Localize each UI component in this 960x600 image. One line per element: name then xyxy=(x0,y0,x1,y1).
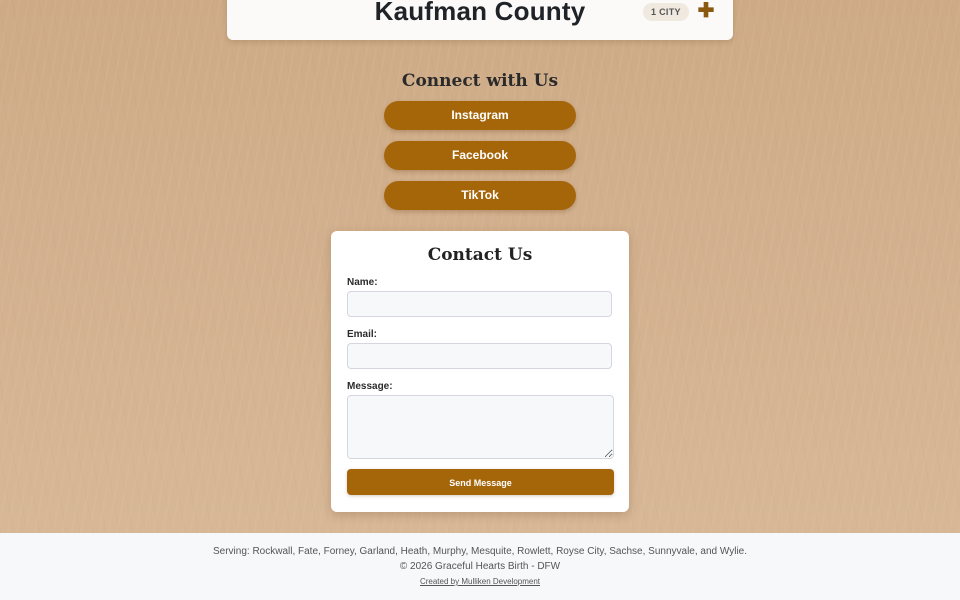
contact-title: Contact Us xyxy=(427,245,533,265)
footer: Serving: Rockwall, Fate, Forney, Garland… xyxy=(0,533,960,600)
message-label: Message: xyxy=(347,381,393,392)
send-message-button[interactable]: Send Message xyxy=(347,469,614,495)
plus-icon[interactable]: ✚ xyxy=(697,0,715,22)
email-label: Email: xyxy=(347,329,378,340)
message-field[interactable] xyxy=(347,395,614,459)
county-card: Kaufman County 1 CITY ✚ xyxy=(227,0,733,40)
email-field[interactable] xyxy=(347,343,612,369)
connect-heading: Connect with Us xyxy=(401,71,559,91)
facebook-button[interactable]: Facebook xyxy=(384,141,576,170)
name-field[interactable] xyxy=(347,291,612,317)
instagram-button[interactable]: Instagram xyxy=(384,101,576,130)
footer-credit-link[interactable]: Created by Mulliken Development xyxy=(0,577,960,586)
tiktok-button[interactable]: TikTok xyxy=(384,181,576,210)
footer-serving-areas: Serving: Rockwall, Fate, Forney, Garland… xyxy=(212,546,748,557)
name-label: Name: xyxy=(347,277,378,288)
footer-copyright: © 2026 Graceful Hearts Birth - DFW xyxy=(399,561,561,572)
contact-form: Contact Us Name: Email: Message: Send Me… xyxy=(331,231,629,512)
city-count-badge: 1 CITY xyxy=(643,3,689,21)
